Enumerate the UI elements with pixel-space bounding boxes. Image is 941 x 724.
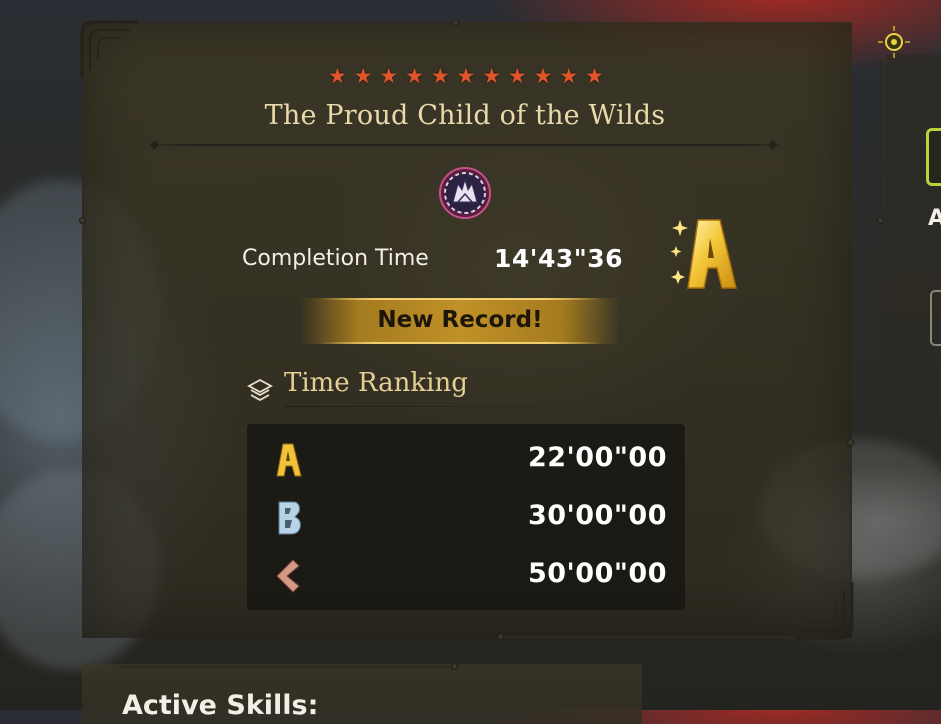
rarity-star-icon: ★ [353,64,373,88]
new-record-text: New Record! [377,307,543,333]
frame-dot [79,217,86,224]
frame-corner-top-left [80,20,138,78]
ranking-row-c: 50'00"00 [247,548,685,606]
ranking-row-a: 22'00"00 [247,432,685,490]
frame-dot [497,633,504,640]
time-ranking-table: 22'00"00 30'00"00 50'00"00 [247,424,685,610]
side-tab-selected[interactable] [926,128,941,186]
rank-b-time: 30'00"00 [527,500,667,531]
side-frame-line [880,60,882,220]
frame-dot [452,19,459,26]
rank-b-icon [278,501,301,535]
monster-portrait-icon [439,167,491,219]
divider-cap-right: ◆ [768,137,778,151]
rarity-star-icon: ★ [533,64,553,88]
rarity-star-icon: ★ [585,64,604,88]
side-panel-button[interactable] [930,290,941,346]
frame-bottom-line [500,636,830,638]
frame-dot [847,439,854,446]
rarity-star-icon: ★ [456,64,476,88]
frame-dot [451,663,458,670]
rarity-star-icon: ★ [379,64,399,88]
completion-time-label: Completion Time [242,246,429,271]
time-ranking-underline [284,406,614,407]
sun-emblem-icon [878,26,910,58]
frame-dot [877,217,884,224]
rank-c-time: 50'00"00 [527,558,667,589]
title-divider [152,144,780,146]
rarity-star-icon: ★ [430,64,450,88]
frame-bottom-panel-line [118,666,454,668]
quest-title: The Proud Child of the Wilds [264,100,666,131]
rarity-star-icon: ★ [559,64,579,88]
frame-top-line [118,22,456,24]
new-record-banner: New Record! [300,298,620,344]
rarity-star-icon: ★ [507,64,527,88]
rank-a-badge-icon [670,219,737,289]
completion-time-value: 14'43"36 [494,244,624,273]
active-skills-label: Active Skills: [122,690,319,721]
divider-cap-left: ◆ [150,137,160,151]
rarity-star-icon: ★ [482,64,502,88]
side-panel-letter: A [928,206,941,231]
rank-a-time: 22'00"00 [527,442,667,473]
ranking-stack-icon [247,378,273,402]
time-ranking-heading: Time Ranking [284,368,468,398]
frame-corner-bottom-right [796,582,854,640]
rank-a-icon [276,443,302,477]
ranking-row-b: 30'00"00 [247,490,685,548]
rarity-star-icon: ★ [328,64,347,88]
rank-c-icon [276,559,300,593]
rarity-star-icon: ★ [405,64,424,88]
quest-rarity-stars: ★ ★ ★ ★ ★ ★ ★ ★ ★ ★ ★ [328,64,604,88]
frame-left-line [82,60,84,220]
